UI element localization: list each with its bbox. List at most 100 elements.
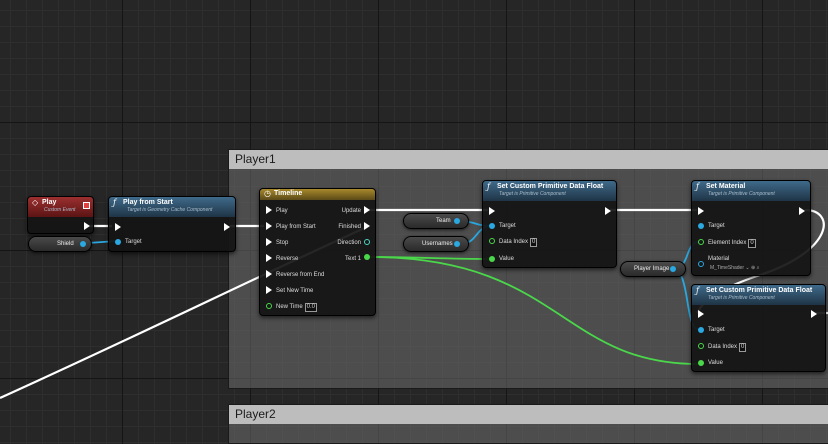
- new-time-value-input[interactable]: 0.0: [304, 303, 318, 312]
- material-pin[interactable]: [698, 261, 704, 267]
- function-icon: ƒ: [487, 182, 490, 191]
- data-index-field[interactable]: Data Index 0: [499, 238, 538, 247]
- target-pin[interactable]: [698, 327, 704, 333]
- target-pin[interactable]: [115, 239, 121, 245]
- comment-title[interactable]: Player2: [229, 405, 828, 424]
- data-index-label: Data Index: [499, 239, 529, 245]
- play-from-start-node[interactable]: ƒ Play from Start Target is Geometry Cac…: [108, 196, 236, 252]
- element-index-input[interactable]: 0: [748, 239, 756, 248]
- set-new-time-label: Set New Time: [276, 288, 314, 294]
- use-selected-icon[interactable]: ⊕: [751, 265, 755, 271]
- finished-label: Finished: [338, 224, 361, 230]
- new-time-field[interactable]: New Time 0.0: [276, 303, 318, 312]
- node-title: Set Material: [706, 183, 746, 190]
- stop-label: Stop: [276, 240, 289, 246]
- browse-search-icon[interactable]: ⌕: [757, 265, 760, 271]
- node-subtitle: Target is Primitive Component: [708, 191, 775, 197]
- exec-out-pin[interactable]: [799, 207, 805, 215]
- set-new-time-exec-pin[interactable]: [266, 286, 272, 294]
- target-label: Target: [708, 327, 725, 333]
- exec-out-pin[interactable]: [605, 207, 611, 215]
- play-from-start-exec-pin[interactable]: [266, 222, 272, 230]
- node-header[interactable]: ƒ Play from Start Target is Geometry Cac…: [109, 197, 235, 217]
- node-title: Set Custom Primitive Data Float: [497, 183, 604, 190]
- node-header[interactable]: ◷ Timeline: [260, 189, 375, 200]
- shield-variable-node[interactable]: Shield: [28, 236, 92, 252]
- material-dropdown[interactable]: M_TimeShader ⌄ ⊕ ⌕: [710, 264, 759, 272]
- stop-exec-pin[interactable]: [266, 238, 272, 246]
- text1-pin[interactable]: [364, 254, 370, 260]
- new-time-label: New Time: [276, 304, 303, 310]
- material-value: M_TimeShader: [710, 265, 744, 271]
- variable-label: Player Image: [634, 266, 670, 272]
- target-pin[interactable]: [489, 223, 495, 229]
- direction-label: Direction: [337, 240, 361, 246]
- node-header[interactable]: ƒ Set Custom Primitive Data Float Target…: [692, 285, 825, 305]
- node-title: Set Custom Primitive Data Float: [706, 287, 813, 294]
- reverse-exec-pin[interactable]: [266, 254, 272, 262]
- timeline-node[interactable]: ◷ Timeline Play Play from Start Stop Rev…: [259, 188, 376, 316]
- value-pin[interactable]: [489, 256, 495, 262]
- data-index-pin[interactable]: [698, 343, 704, 349]
- set-custom-primitive-data-float-node[interactable]: ƒ Set Custom Primitive Data Float Target…: [482, 180, 617, 268]
- value-pin[interactable]: [698, 360, 704, 366]
- exec-out-pin[interactable]: [224, 223, 230, 231]
- comment-box-player2[interactable]: Player2: [228, 404, 828, 444]
- exec-in-pin[interactable]: [489, 207, 495, 215]
- target-label: Target: [708, 223, 725, 229]
- value-label: Value: [708, 360, 723, 366]
- event-diamond-icon: ◇: [32, 198, 39, 207]
- reverse-from-end-exec-pin[interactable]: [266, 270, 272, 278]
- data-index-field[interactable]: Data Index 0: [708, 343, 747, 352]
- clock-icon: ◷: [264, 189, 271, 198]
- data-index-input[interactable]: 0: [530, 238, 538, 247]
- element-index-field[interactable]: Element Index 0: [708, 239, 756, 248]
- node-subtitle: Target is Primitive Component: [499, 191, 566, 197]
- node-subtitle: Target is Geometry Cache Component: [127, 207, 213, 213]
- node-subtitle: Target is Primitive Component: [708, 295, 775, 301]
- play-from-start-label: Play from Start: [276, 224, 316, 230]
- object-out-pin[interactable]: [80, 241, 86, 247]
- variable-label: Shield: [57, 241, 74, 247]
- team-variable-node[interactable]: Team: [403, 213, 469, 229]
- play-custom-event-node[interactable]: ◇ Play Custom Event: [27, 196, 94, 234]
- reverse-label: Reverse: [276, 256, 299, 262]
- node-header[interactable]: ƒ Set Material Target is Primitive Compo…: [692, 181, 810, 201]
- function-icon: ƒ: [696, 286, 699, 295]
- direction-pin[interactable]: [364, 239, 370, 245]
- exec-out-pin[interactable]: [811, 310, 817, 318]
- object-out-pin[interactable]: [454, 241, 460, 247]
- element-index-label: Element Index: [708, 240, 747, 246]
- value-label: Value: [499, 256, 514, 262]
- play-exec-pin[interactable]: [266, 206, 272, 214]
- update-exec-pin[interactable]: [364, 206, 370, 214]
- new-time-pin[interactable]: [266, 303, 272, 309]
- exec-in-pin[interactable]: [698, 207, 704, 215]
- update-label: Update: [341, 208, 361, 214]
- exec-in-pin[interactable]: [698, 310, 704, 318]
- object-out-pin[interactable]: [454, 218, 460, 224]
- data-index-label: Data Index: [708, 344, 738, 350]
- finished-exec-pin[interactable]: [364, 222, 370, 230]
- variable-label: Usernames: [422, 241, 453, 247]
- comment-title[interactable]: Player1: [229, 150, 828, 169]
- data-index-input[interactable]: 0: [739, 343, 747, 352]
- function-icon: ƒ: [113, 198, 116, 207]
- node-header[interactable]: ◇ Play Custom Event: [28, 197, 93, 217]
- exec-out-pin[interactable]: [84, 222, 90, 230]
- data-index-pin[interactable]: [489, 238, 495, 244]
- material-label: Material: [708, 256, 730, 262]
- object-out-pin[interactable]: [670, 266, 676, 272]
- exec-in-pin[interactable]: [115, 223, 121, 231]
- set-material-node[interactable]: ƒ Set Material Target is Primitive Compo…: [691, 180, 811, 276]
- player-image-variable-node[interactable]: Player Image: [620, 261, 686, 277]
- usernames-variable-node[interactable]: Usernames: [403, 236, 469, 252]
- node-header[interactable]: ƒ Set Custom Primitive Data Float Target…: [483, 181, 616, 201]
- delegate-pin-icon[interactable]: [83, 202, 90, 209]
- node-title: Timeline: [274, 190, 303, 197]
- node-title: Play from Start: [123, 199, 173, 206]
- text1-label: Text 1: [344, 256, 361, 262]
- element-index-pin[interactable]: [698, 239, 704, 245]
- target-pin[interactable]: [698, 223, 704, 229]
- set-custom-primitive-data-float-node-2[interactable]: ƒ Set Custom Primitive Data Float Target…: [691, 284, 826, 372]
